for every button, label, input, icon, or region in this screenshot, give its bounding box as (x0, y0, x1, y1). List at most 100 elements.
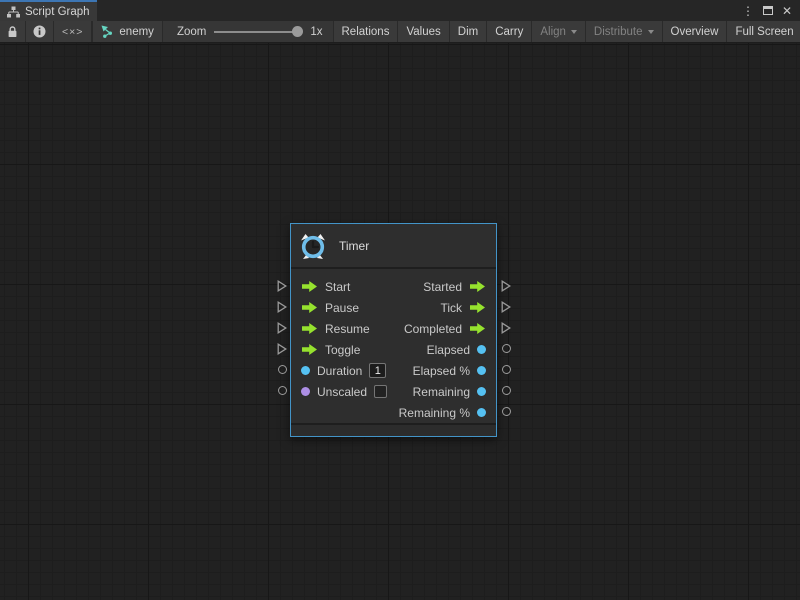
external-input-port-resume[interactable] (276, 322, 288, 334)
node-footer (291, 423, 496, 436)
timer-node-header[interactable]: Timer (291, 224, 496, 269)
chevron-down-icon (648, 30, 654, 34)
input-port-duration[interactable]: Duration 1 (301, 360, 387, 381)
breadcrumb-enemy[interactable]: enemy (93, 21, 163, 42)
graph-canvas[interactable]: Timer Start Pause Resume Toggle Duration 1… (0, 43, 800, 600)
flow-port-arrow-icon (301, 322, 318, 335)
flow-port-arrow-icon (469, 322, 486, 335)
port-label: Duration (317, 364, 362, 378)
window-controls: ⋮ ✕ (742, 0, 800, 21)
fullscreen-button[interactable]: Full Screen (727, 21, 800, 42)
node-title: Timer (339, 239, 369, 253)
external-output-port-remaining[interactable] (500, 406, 512, 418)
value-port-outline-icon (278, 386, 287, 395)
overview-button[interactable]: Overview (663, 21, 728, 42)
output-port-remaining[interactable]: Remaining % (399, 402, 486, 423)
port-label: Tick (440, 301, 462, 315)
outputs-column: Started Tick Completed Elapsed Elapsed % R… (399, 276, 486, 423)
external-input-port-duration[interactable] (276, 364, 288, 376)
input-port-pause[interactable]: Pause (301, 297, 387, 318)
timer-node[interactable]: Timer Start Pause Resume Toggle Duration 1… (290, 223, 497, 437)
port-label: Start (325, 280, 350, 294)
output-port-completed[interactable]: Completed (399, 318, 486, 339)
inputs-column: Start Pause Resume Toggle Duration 1Unscal… (301, 276, 387, 402)
flow-port-outline-icon (501, 301, 511, 313)
tab-title: Script Graph (25, 6, 90, 18)
output-port-elapsed[interactable]: Elapsed (399, 339, 486, 360)
info-button[interactable] (26, 21, 54, 42)
flow-port-arrow-icon (301, 343, 318, 356)
alarm-clock-icon (298, 231, 328, 261)
external-output-port-remaining[interactable] (500, 385, 512, 397)
zoom-label: Zoom (177, 26, 206, 38)
zoom-value: 1x (310, 26, 322, 38)
value-port-dot-icon (301, 366, 310, 375)
port-label: Unscaled (317, 385, 367, 399)
value-port-outline-icon (502, 365, 511, 374)
port-label: Toggle (325, 343, 360, 357)
graph-hierarchy-icon (7, 6, 20, 18)
port-label: Resume (325, 322, 370, 336)
port-label: Started (423, 280, 462, 294)
lock-button[interactable] (0, 21, 26, 42)
value-port-dot-icon (477, 408, 486, 417)
close-icon[interactable]: ✕ (782, 5, 792, 17)
external-output-port-started[interactable] (500, 280, 512, 292)
distribute-dropdown[interactable]: Distribute (586, 21, 663, 42)
external-input-port-start[interactable] (276, 280, 288, 292)
values-button[interactable]: Values (398, 21, 449, 42)
port-label: Remaining % (399, 406, 470, 420)
value-port-dot-icon (301, 387, 310, 396)
output-port-elapsed[interactable]: Elapsed % (399, 360, 486, 381)
input-port-resume[interactable]: Resume (301, 318, 387, 339)
external-output-port-elapsed[interactable] (500, 364, 512, 376)
flow-port-arrow-icon (301, 301, 318, 314)
unscaled-checkbox[interactable] (374, 385, 387, 398)
script-graph-window: Script Graph ⋮ ✕ <×> (0, 0, 800, 600)
code-button[interactable]: <×> (54, 21, 92, 42)
external-input-port-toggle[interactable] (276, 343, 288, 355)
port-label: Elapsed % (413, 364, 470, 378)
zoom-control: Zoom 1x (163, 21, 333, 42)
output-port-started[interactable]: Started (399, 276, 486, 297)
input-port-toggle[interactable]: Toggle (301, 339, 387, 360)
external-output-port-tick[interactable] (500, 301, 512, 313)
zoom-slider-handle[interactable] (292, 26, 303, 37)
duration-field[interactable]: 1 (369, 363, 386, 378)
align-label: Align (540, 26, 566, 38)
code-icon: <×> (62, 26, 83, 38)
info-icon (33, 25, 46, 38)
output-port-remaining[interactable]: Remaining (399, 381, 486, 402)
external-input-port-pause[interactable] (276, 301, 288, 313)
distribute-label: Distribute (594, 26, 643, 38)
output-port-tick[interactable]: Tick (399, 297, 486, 318)
flow-port-outline-icon (277, 322, 287, 334)
external-input-port-unscaled[interactable] (276, 385, 288, 397)
zoom-slider-track (214, 31, 302, 33)
zoom-slider[interactable] (214, 26, 302, 38)
flow-port-outline-icon (277, 343, 287, 355)
dim-button[interactable]: Dim (450, 21, 487, 42)
flow-port-outline-icon (277, 280, 287, 292)
toolbar: <×> enemy Zoom 1x Relations Values Dim C… (0, 21, 800, 43)
input-port-start[interactable]: Start (301, 276, 387, 297)
port-label: Pause (325, 301, 359, 315)
flow-port-outline-icon (501, 280, 511, 292)
value-port-outline-icon (278, 365, 287, 374)
carry-button[interactable]: Carry (487, 21, 532, 42)
window-menu-icon[interactable]: ⋮ (742, 5, 754, 17)
tab-script-graph[interactable]: Script Graph (0, 0, 97, 21)
input-port-unscaled[interactable]: Unscaled (301, 381, 387, 402)
external-output-port-completed[interactable] (500, 322, 512, 334)
graph-breadcrumb-icon (101, 25, 114, 38)
value-port-outline-icon (502, 386, 511, 395)
port-label: Elapsed (427, 343, 470, 357)
external-output-port-elapsed[interactable] (500, 343, 512, 355)
port-label: Remaining (413, 385, 470, 399)
port-label: Completed (404, 322, 462, 336)
flow-port-outline-icon (277, 301, 287, 313)
align-dropdown[interactable]: Align (532, 21, 586, 42)
relations-button[interactable]: Relations (333, 21, 399, 42)
flow-port-arrow-icon (469, 301, 486, 314)
maximize-icon[interactable] (763, 6, 773, 15)
